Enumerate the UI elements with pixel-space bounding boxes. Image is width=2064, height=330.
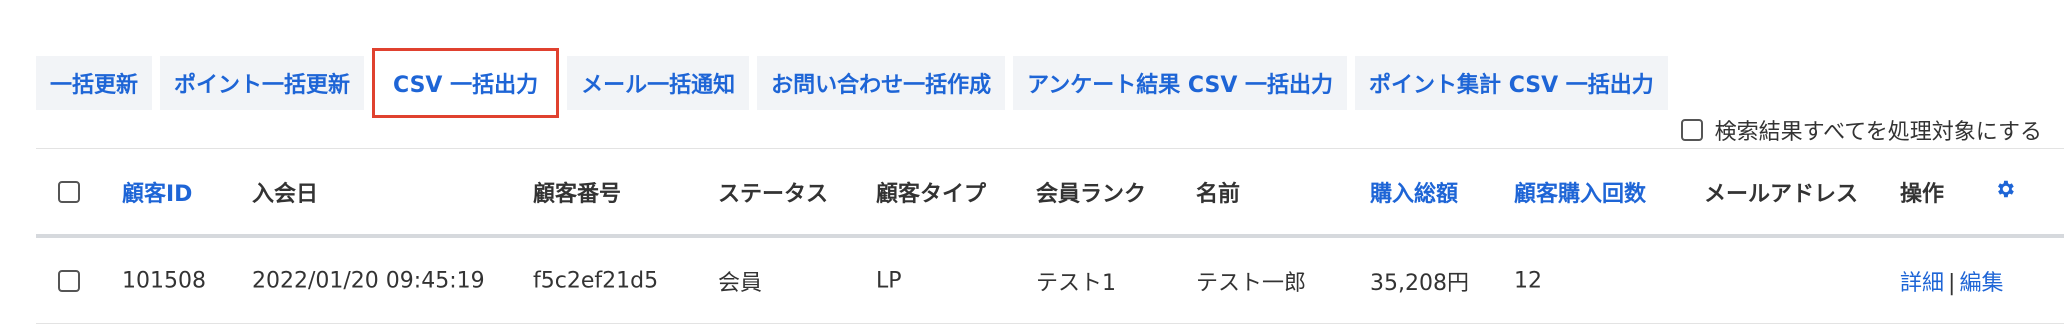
column-customer-id[interactable]: 顧客ID	[122, 176, 192, 208]
survey-csv-export-button[interactable]: アンケート結果 CSV 一括出力	[1013, 56, 1348, 110]
cell-member-rank: テスト1	[1036, 270, 1116, 296]
all-results-option: 検索結果すべてを処理対象にする	[1680, 114, 2042, 146]
cell-status: 会員	[718, 270, 763, 296]
bulk-mail-notify-button[interactable]: メール一括通知	[567, 56, 750, 110]
cell-name: テスト一郎	[1196, 270, 1307, 296]
table-row[interactable]: 101508 2022/01/20 09:45:19 f5c2ef21d5 会員…	[36, 238, 2064, 324]
column-name: 名前	[1196, 181, 1241, 207]
column-member-rank: 会員ランク	[1036, 181, 1147, 207]
edit-link[interactable]: 編集	[1959, 271, 2003, 296]
column-actions: 操作	[1900, 181, 1945, 207]
column-status: ステータス	[718, 181, 829, 207]
cell-customer-type: LP	[876, 268, 902, 293]
gear-icon[interactable]	[1994, 178, 2016, 206]
cell-customer-number: f5c2ef21d5	[533, 268, 659, 293]
all-results-checkbox[interactable]	[1680, 119, 1703, 141]
cell-joined-date: 2022/01/20 09:45:19	[252, 268, 485, 293]
select-all-checkbox[interactable]	[58, 180, 80, 203]
cell-customer-id: 101508	[122, 268, 206, 293]
all-results-label: 検索結果すべてを処理対象にする	[1714, 120, 2042, 145]
cell-total-purchase: 35,208円	[1370, 270, 1469, 296]
column-customer-number: 顧客番号	[533, 181, 622, 207]
point-summary-csv-export-button[interactable]: ポイント集計 CSV 一括出力	[1355, 56, 1668, 110]
column-customer-type: 顧客タイプ	[876, 181, 987, 207]
detail-link[interactable]: 詳細	[1900, 271, 1944, 296]
action-separator: |	[1948, 270, 1956, 296]
csv-bulk-export-button[interactable]: CSV 一括出力	[372, 48, 560, 118]
column-joined-date: 入会日	[252, 181, 319, 207]
cell-actions: 詳細 | 編集	[1900, 265, 2003, 297]
cell-purchase-count: 12	[1514, 268, 1542, 293]
column-purchase-count[interactable]: 顧客購入回数	[1514, 176, 1646, 208]
bulk-update-button[interactable]: 一括更新	[36, 56, 153, 110]
table-header-row: 顧客ID 入会日 顧客番号 ステータス 顧客タイプ 会員ランク 名前 購入総額 …	[36, 148, 2064, 238]
bulk-action-toolbar: 一括更新 ポイント一括更新 CSV 一括出力 メール一括通知 お問い合わせ一括作…	[36, 48, 1668, 118]
column-email: メールアドレス	[1704, 181, 1859, 207]
bulk-point-update-button[interactable]: ポイント一括更新	[160, 56, 365, 110]
customer-table: 顧客ID 入会日 顧客番号 ステータス 顧客タイプ 会員ランク 名前 購入総額 …	[36, 148, 2064, 324]
column-total-purchase[interactable]: 購入総額	[1370, 176, 1458, 208]
gear-icon	[1998, 180, 2014, 197]
bulk-inquiry-create-button[interactable]: お問い合わせ一括作成	[757, 56, 1006, 110]
row-select-checkbox[interactable]	[58, 269, 80, 292]
